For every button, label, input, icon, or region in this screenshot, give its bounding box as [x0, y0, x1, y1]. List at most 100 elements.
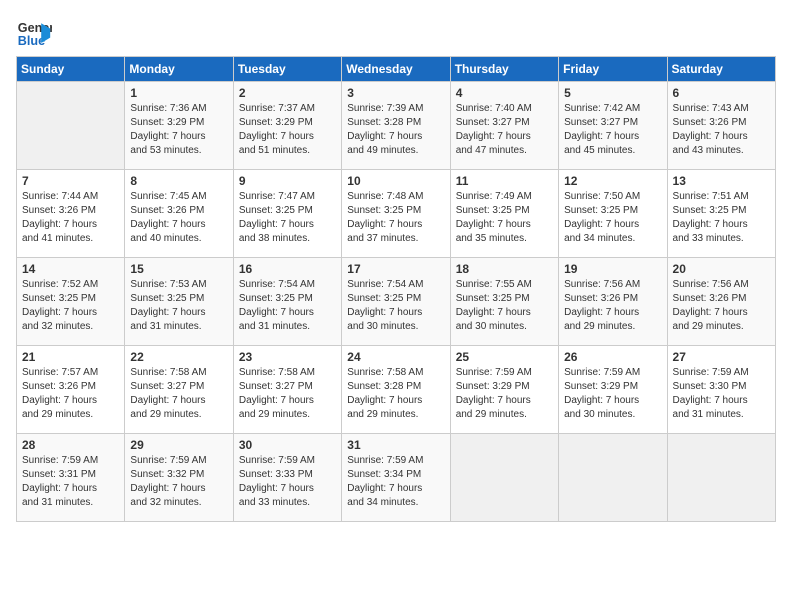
day-number: 10 [347, 174, 444, 188]
calendar-cell: 8 Sunrise: 7:45 AM Sunset: 3:26 PM Daylig… [125, 170, 233, 258]
day-number: 19 [564, 262, 661, 276]
day-info: Sunrise: 7:56 AM Sunset: 3:26 PM Dayligh… [564, 278, 661, 334]
calendar-cell: 10 Sunrise: 7:48 AM Sunset: 3:25 PM Dayli… [342, 170, 450, 258]
day-number: 25 [456, 350, 553, 364]
day-info: Sunrise: 7:59 AM Sunset: 3:34 PM Dayligh… [347, 454, 444, 510]
day-number: 9 [239, 174, 336, 188]
calendar-week-4: 21Sunrise: 7:57 AM Sunset: 3:26 PM Dayli… [17, 346, 776, 434]
day-info: Sunrise: 7:56 AM Sunset: 3:26 PM Dayligh… [673, 278, 770, 334]
calendar-cell: 7 Sunrise: 7:44 AM Sunset: 3:26 PM Daylig… [17, 170, 125, 258]
calendar-cell: 16 Sunrise: 7:54 AM Sunset: 3:25 PM Dayli… [233, 258, 341, 346]
day-info: Sunrise: 7:39 AM Sunset: 3:28 PM Dayligh… [347, 102, 444, 158]
day-number: 27 [673, 350, 770, 364]
day-number: 7 [22, 174, 119, 188]
day-number: 13 [673, 174, 770, 188]
calendar-cell: 30 Sunrise: 7:59 AM Sunset: 3:33 PM Dayli… [233, 434, 341, 522]
day-number: 21 [22, 350, 119, 364]
calendar-cell: 5 Sunrise: 7:42 AM Sunset: 3:27 PM Daylig… [559, 82, 667, 170]
calendar-cell: 29 Sunrise: 7:59 AM Sunset: 3:32 PM Dayli… [125, 434, 233, 522]
calendar-cell: 9 Sunrise: 7:47 AM Sunset: 3:25 PM Daylig… [233, 170, 341, 258]
column-header-thursday: Thursday [450, 57, 558, 82]
calendar-cell: 27 Sunrise: 7:59 AM Sunset: 3:30 PM Dayli… [667, 346, 775, 434]
logo-icon: General Blue [16, 16, 52, 52]
day-info: Sunrise: 7:58 AM Sunset: 3:28 PM Dayligh… [347, 366, 444, 422]
day-info: Sunrise: 7:50 AM Sunset: 3:25 PM Dayligh… [564, 190, 661, 246]
day-number: 26 [564, 350, 661, 364]
day-number: 29 [130, 438, 227, 452]
day-info: Sunrise: 7:59 AM Sunset: 3:30 PM Dayligh… [673, 366, 770, 422]
day-number: 15 [130, 262, 227, 276]
calendar-cell: 21Sunrise: 7:57 AM Sunset: 3:26 PM Dayli… [17, 346, 125, 434]
calendar-cell: 28Sunrise: 7:59 AM Sunset: 3:31 PM Dayli… [17, 434, 125, 522]
day-info: Sunrise: 7:49 AM Sunset: 3:25 PM Dayligh… [456, 190, 553, 246]
day-number: 17 [347, 262, 444, 276]
day-number: 22 [130, 350, 227, 364]
calendar-body: 1 Sunrise: 7:36 AM Sunset: 3:29 PM Daylig… [17, 82, 776, 522]
calendar-week-2: 7 Sunrise: 7:44 AM Sunset: 3:26 PM Daylig… [17, 170, 776, 258]
day-info: Sunrise: 7:53 AM Sunset: 3:25 PM Dayligh… [130, 278, 227, 334]
day-number: 31 [347, 438, 444, 452]
day-info: Sunrise: 7:42 AM Sunset: 3:27 PM Dayligh… [564, 102, 661, 158]
calendar-cell: 31 Sunrise: 7:59 AM Sunset: 3:34 PM Dayli… [342, 434, 450, 522]
calendar-header-row: SundayMondayTuesdayWednesdayThursdayFrid… [17, 57, 776, 82]
logo: General Blue [16, 16, 52, 52]
day-info: Sunrise: 7:48 AM Sunset: 3:25 PM Dayligh… [347, 190, 444, 246]
svg-text:Blue: Blue [18, 34, 45, 48]
day-number: 5 [564, 86, 661, 100]
column-header-wednesday: Wednesday [342, 57, 450, 82]
day-number: 30 [239, 438, 336, 452]
day-number: 1 [130, 86, 227, 100]
day-info: Sunrise: 7:59 AM Sunset: 3:31 PM Dayligh… [22, 454, 119, 510]
calendar-table: SundayMondayTuesdayWednesdayThursdayFrid… [16, 56, 776, 522]
day-number: 16 [239, 262, 336, 276]
day-info: Sunrise: 7:45 AM Sunset: 3:26 PM Dayligh… [130, 190, 227, 246]
day-number: 18 [456, 262, 553, 276]
day-info: Sunrise: 7:59 AM Sunset: 3:33 PM Dayligh… [239, 454, 336, 510]
calendar-cell: 25 Sunrise: 7:59 AM Sunset: 3:29 PM Dayli… [450, 346, 558, 434]
day-number: 12 [564, 174, 661, 188]
calendar-cell: 22Sunrise: 7:58 AM Sunset: 3:27 PM Dayli… [125, 346, 233, 434]
calendar-cell: 15 Sunrise: 7:53 AM Sunset: 3:25 PM Dayli… [125, 258, 233, 346]
calendar-cell [667, 434, 775, 522]
day-info: Sunrise: 7:43 AM Sunset: 3:26 PM Dayligh… [673, 102, 770, 158]
calendar-cell: 1 Sunrise: 7:36 AM Sunset: 3:29 PM Daylig… [125, 82, 233, 170]
day-number: 6 [673, 86, 770, 100]
calendar-cell: 3 Sunrise: 7:39 AM Sunset: 3:28 PM Daylig… [342, 82, 450, 170]
column-header-sunday: Sunday [17, 57, 125, 82]
column-header-friday: Friday [559, 57, 667, 82]
day-info: Sunrise: 7:52 AM Sunset: 3:25 PM Dayligh… [22, 278, 119, 334]
day-info: Sunrise: 7:59 AM Sunset: 3:29 PM Dayligh… [456, 366, 553, 422]
day-number: 4 [456, 86, 553, 100]
calendar-cell: 11 Sunrise: 7:49 AM Sunset: 3:25 PM Dayli… [450, 170, 558, 258]
day-info: Sunrise: 7:54 AM Sunset: 3:25 PM Dayligh… [239, 278, 336, 334]
column-header-tuesday: Tuesday [233, 57, 341, 82]
day-number: 11 [456, 174, 553, 188]
calendar-cell: 17 Sunrise: 7:54 AM Sunset: 3:25 PM Dayli… [342, 258, 450, 346]
day-info: Sunrise: 7:47 AM Sunset: 3:25 PM Dayligh… [239, 190, 336, 246]
calendar-cell: 19 Sunrise: 7:56 AM Sunset: 3:26 PM Dayli… [559, 258, 667, 346]
day-info: Sunrise: 7:40 AM Sunset: 3:27 PM Dayligh… [456, 102, 553, 158]
calendar-cell: 24 Sunrise: 7:58 AM Sunset: 3:28 PM Dayli… [342, 346, 450, 434]
calendar-cell [17, 82, 125, 170]
day-info: Sunrise: 7:36 AM Sunset: 3:29 PM Dayligh… [130, 102, 227, 158]
day-number: 23 [239, 350, 336, 364]
day-info: Sunrise: 7:59 AM Sunset: 3:32 PM Dayligh… [130, 454, 227, 510]
day-number: 8 [130, 174, 227, 188]
day-info: Sunrise: 7:54 AM Sunset: 3:25 PM Dayligh… [347, 278, 444, 334]
day-info: Sunrise: 7:55 AM Sunset: 3:25 PM Dayligh… [456, 278, 553, 334]
day-number: 24 [347, 350, 444, 364]
day-info: Sunrise: 7:44 AM Sunset: 3:26 PM Dayligh… [22, 190, 119, 246]
day-number: 3 [347, 86, 444, 100]
calendar-cell: 23 Sunrise: 7:58 AM Sunset: 3:27 PM Dayli… [233, 346, 341, 434]
calendar-week-1: 1 Sunrise: 7:36 AM Sunset: 3:29 PM Daylig… [17, 82, 776, 170]
calendar-cell: 4 Sunrise: 7:40 AM Sunset: 3:27 PM Daylig… [450, 82, 558, 170]
day-info: Sunrise: 7:58 AM Sunset: 3:27 PM Dayligh… [239, 366, 336, 422]
day-number: 20 [673, 262, 770, 276]
calendar-cell: 18 Sunrise: 7:55 AM Sunset: 3:25 PM Dayli… [450, 258, 558, 346]
day-info: Sunrise: 7:51 AM Sunset: 3:25 PM Dayligh… [673, 190, 770, 246]
day-number: 2 [239, 86, 336, 100]
calendar-cell: 14Sunrise: 7:52 AM Sunset: 3:25 PM Dayli… [17, 258, 125, 346]
day-info: Sunrise: 7:37 AM Sunset: 3:29 PM Dayligh… [239, 102, 336, 158]
calendar-cell: 13 Sunrise: 7:51 AM Sunset: 3:25 PM Dayli… [667, 170, 775, 258]
column-header-saturday: Saturday [667, 57, 775, 82]
